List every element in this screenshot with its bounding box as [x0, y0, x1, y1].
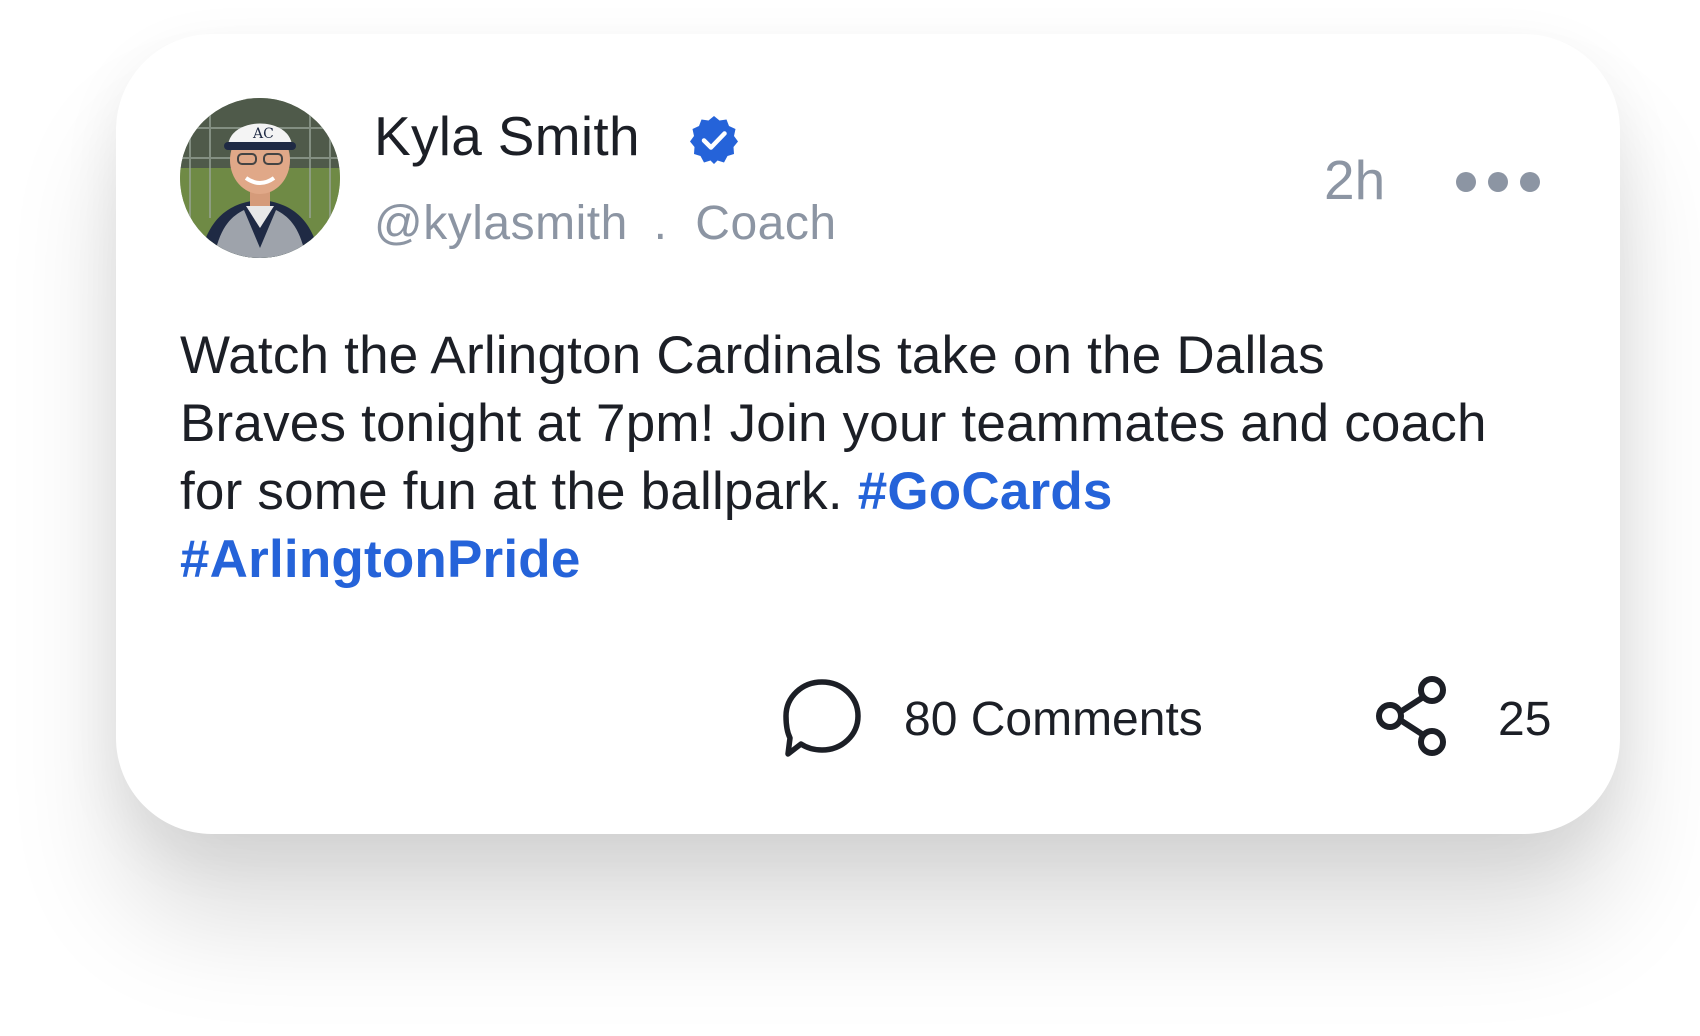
- post-text: Watch the Arlington Cardinals take on th…: [180, 326, 1487, 521]
- share-icon[interactable]: [1370, 674, 1454, 758]
- svg-text:AC: AC: [252, 126, 274, 142]
- shares-count: 25: [1498, 693, 1552, 746]
- avatar[interactable]: AC: [180, 98, 340, 258]
- avatar-image: AC: [180, 98, 340, 258]
- handle-line: @kylasmith . Coach: [374, 196, 837, 251]
- comments-count[interactable]: 80 Comments: [904, 692, 1203, 747]
- more-options-icon[interactable]: [1452, 160, 1544, 204]
- stage: AC Kyla Smith @kylasmith . Coach 2h Watc…: [0, 0, 1700, 1036]
- post-body: Watch the Arlington Cardinals take on th…: [180, 322, 1500, 594]
- verified-badge-icon: [690, 116, 738, 164]
- author-role: Coach: [695, 197, 837, 250]
- author-name[interactable]: Kyla Smith: [374, 104, 640, 168]
- hashtag-arlingtonpride[interactable]: #ArlingtonPride: [180, 530, 581, 589]
- comment-bubble-icon[interactable]: [780, 676, 864, 760]
- hashtag-gocards[interactable]: #GoCards: [858, 462, 1113, 521]
- author-handle[interactable]: @kylasmith: [374, 197, 628, 250]
- post-card: AC Kyla Smith @kylasmith . Coach 2h Watc…: [116, 34, 1620, 834]
- post-time: 2h: [1324, 149, 1386, 211]
- handle-separator: .: [653, 197, 668, 250]
